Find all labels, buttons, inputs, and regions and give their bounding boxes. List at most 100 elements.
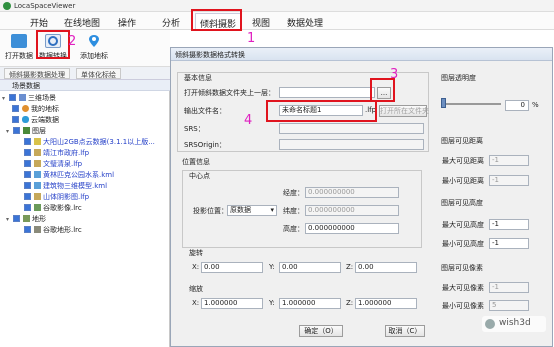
checkbox[interactable] [24, 160, 31, 167]
highlight-box-2 [36, 30, 70, 59]
open-data-button[interactable]: 打开数据 [3, 34, 35, 61]
tree-item-layer[interactable]: 文璧清泉.lfp [2, 159, 168, 170]
checkbox[interactable] [24, 182, 31, 189]
projection-label: 投影位置： [193, 207, 228, 215]
tree-label: 靖江市政府.lfp [43, 149, 90, 157]
checkbox[interactable] [9, 94, 16, 101]
checkbox[interactable] [13, 215, 20, 222]
tree-item-layer[interactable]: 山体阴影图.lfp [2, 192, 168, 203]
opacity-slider[interactable] [441, 103, 501, 105]
format-convert-dialog: 倾斜摄影数据格式转换 基本信息 打开倾斜数据文件夹上一层： ... 输出文件名：… [170, 47, 553, 347]
tree-label: 黄林匹克公园水系.kml [43, 171, 115, 179]
opacity-slider-handle[interactable] [441, 98, 446, 108]
layer-opacity-title: 图层透明度 [441, 74, 476, 82]
rotate-y-input[interactable]: 0.00 [279, 262, 341, 273]
open-containing-folder-button[interactable]: 打开所在文件夹 [379, 105, 429, 117]
expand-icon[interactable]: ▾ [2, 93, 9, 104]
tree-item-terrain[interactable]: ▾ 地形 [2, 214, 168, 225]
tab-single-plotting[interactable]: 单体化标绘 [76, 68, 121, 79]
cancel-button[interactable]: 取消（C） [385, 325, 425, 337]
cloud-icon [22, 116, 29, 123]
min-height-input[interactable]: -1 [489, 238, 529, 249]
checkbox[interactable] [24, 149, 31, 156]
checkbox[interactable] [13, 127, 20, 134]
opacity-unit: % [532, 101, 539, 109]
longitude-input[interactable]: 0.000000000 [305, 187, 399, 198]
basic-info-title: 基本信息 [184, 74, 212, 82]
app-title: LocaSpaceViewer [14, 2, 76, 10]
menu-online-map[interactable]: 在线地图 [64, 16, 100, 29]
scale-x-label: X: [192, 299, 200, 307]
rotation-title: 旋转 [189, 249, 203, 257]
tree-item-my-placemarks[interactable]: 我的地标 [2, 104, 168, 115]
image-icon [34, 204, 41, 211]
max-distance-input[interactable]: -1 [489, 155, 529, 166]
tree-item-layer[interactable]: 建筑物三维模型.kml [2, 181, 168, 192]
tree-label: 三维场景 [28, 94, 56, 102]
max-height-input[interactable]: -1 [489, 219, 529, 230]
tree-item-layer[interactable]: 谷歌影像.lrc [2, 203, 168, 214]
tree-label: 文璧清泉.lfp [43, 160, 83, 168]
tree-item-layer[interactable]: 黄林匹克公园水系.kml [2, 170, 168, 181]
dialog-title: 倾斜摄影数据格式转换 [175, 51, 245, 59]
checkbox[interactable] [24, 171, 31, 178]
menu-start[interactable]: 开始 [30, 16, 48, 29]
menu-view[interactable]: 视图 [252, 16, 270, 29]
menu-data-processing[interactable]: 数据处理 [287, 16, 323, 29]
checkbox[interactable] [24, 193, 31, 200]
tree-item-layer[interactable]: 谷歌地形.lrc [2, 225, 168, 236]
watermark-text: wish3d [499, 318, 531, 328]
menu-bar: 开始 在线地图 操作 分析 倾斜摄影 视图 数据处理 [0, 12, 554, 30]
rotate-z-input[interactable]: 0.00 [355, 262, 417, 273]
source-folder-input[interactable] [279, 87, 375, 98]
max-pixel-input[interactable]: -1 [489, 282, 529, 293]
height-input[interactable]: 0.000000000 [305, 223, 399, 234]
scale-z-label: Z: [346, 299, 354, 307]
folder-open-icon [11, 34, 27, 48]
menu-operation[interactable]: 操作 [118, 16, 136, 29]
scale-x-input[interactable]: 1.000000 [201, 298, 263, 309]
srsorigin-input[interactable] [279, 139, 424, 150]
min-pixel-input[interactable]: 5 [489, 300, 529, 311]
ribbon: 打开数据 数据转换 添加地标 [0, 30, 170, 67]
tree-item-layer[interactable]: 大阳山2GB点云数据(3.1.1以上版... [2, 137, 168, 148]
rotate-x-input[interactable]: 0.00 [201, 262, 263, 273]
menu-analysis[interactable]: 分析 [162, 16, 180, 29]
tree-label: 建筑物三维模型.kml [43, 182, 108, 190]
tree-item-layers[interactable]: ▾ 图层 [2, 126, 168, 137]
checkbox[interactable] [12, 116, 19, 123]
min-height-label: 最小可见高度 [442, 240, 484, 248]
ribbon-subtabs: 倾斜摄影数据处理 单体化标绘 [0, 67, 170, 80]
scene-data-panel: 场景数据 ▾ 三维场景 我的地标 云端数据 ▾ 图层 大阳山2GB点云数据(3.1.… [0, 80, 170, 347]
add-placemark-button[interactable]: 添加地标 [78, 34, 110, 61]
scale-y-input[interactable]: 1.000000 [279, 298, 341, 309]
opacity-input[interactable]: 0 [505, 100, 529, 111]
chevron-down-icon: ▾ [270, 206, 274, 214]
tree-label: 大阳山2GB点云数据(3.1.1以上版... [43, 138, 155, 146]
expand-icon[interactable]: ▾ [6, 126, 13, 137]
dialog-titlebar[interactable]: 倾斜摄影数据格式转换 [171, 48, 552, 61]
position-info-title: 位置信息 [182, 158, 210, 166]
projection-select[interactable]: 原数据 ▾ [227, 205, 277, 216]
checkbox[interactable] [12, 105, 19, 112]
checkbox[interactable] [24, 204, 31, 211]
tab-oblique-processing[interactable]: 倾斜摄影数据处理 [4, 68, 70, 79]
watermark: wish3d [482, 316, 546, 332]
app-logo-icon [3, 2, 11, 10]
tree-item-3d-scene[interactable]: ▾ 三维场景 [2, 93, 168, 104]
latitude-input[interactable]: 0.000000000 [305, 205, 399, 216]
expand-icon[interactable]: ▾ [6, 214, 13, 225]
tree-item-cloud-data[interactable]: 云端数据 [2, 115, 168, 126]
terrain-icon [23, 215, 30, 222]
max-pixel-label: 最大可见像素 [442, 284, 484, 292]
min-distance-input[interactable]: -1 [489, 175, 529, 186]
kml-icon [34, 182, 41, 189]
checkbox[interactable] [24, 138, 31, 145]
tree-label: 图层 [32, 127, 46, 135]
ok-button[interactable]: 确定（O） [299, 325, 343, 337]
tree-item-layer[interactable]: 靖江市政府.lfp [2, 148, 168, 159]
scale-z-input[interactable]: 1.000000 [355, 298, 417, 309]
checkbox[interactable] [24, 226, 31, 233]
srs-input[interactable] [279, 123, 424, 134]
terrain-file-icon [34, 226, 41, 233]
